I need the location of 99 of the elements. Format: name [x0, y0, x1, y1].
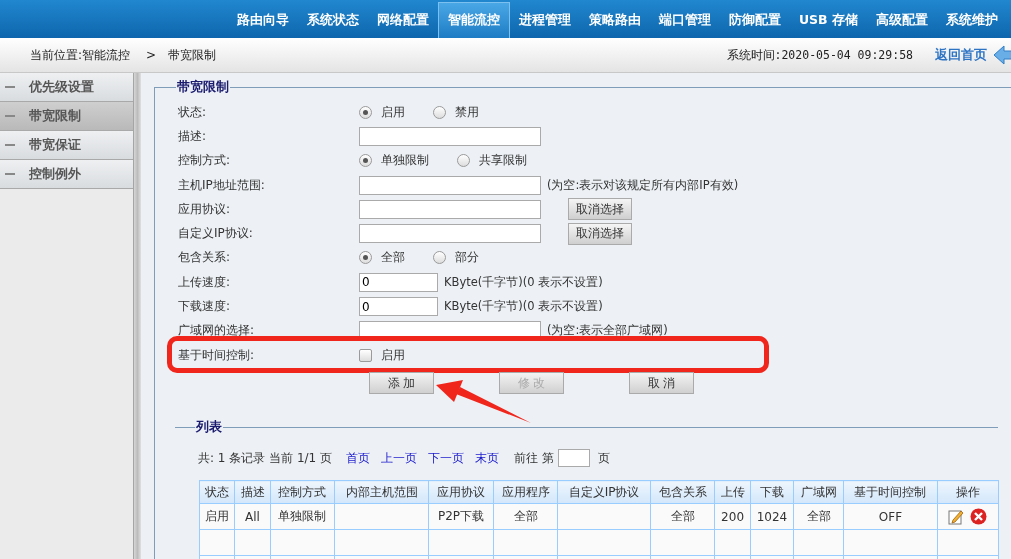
radio-label: 单独限制: [381, 152, 429, 170]
clear-selection-button[interactable]: 取消选择: [568, 198, 632, 221]
checkbox-label: 启用: [381, 346, 405, 364]
table-cell: All: [234, 503, 271, 530]
pager-link[interactable]: 首页: [346, 449, 371, 467]
form-button[interactable]: 取 消: [629, 372, 694, 395]
column-header: 广域网: [793, 480, 844, 504]
radio-button[interactable]: [457, 154, 470, 168]
field-hint: KByte(千字节)(0 表示不设置): [444, 274, 603, 290]
edit-icon: [948, 508, 965, 525]
radio-button[interactable]: [433, 105, 446, 119]
delete-icon: [970, 508, 988, 526]
dash-icon: [5, 86, 15, 88]
back-arrow-icon: [993, 44, 1011, 66]
form-button[interactable]: 添 加: [369, 372, 434, 395]
column-header: 内部主机范围: [334, 480, 429, 504]
field-hint: (为空:表示全部广域网): [547, 323, 668, 339]
nav-tab[interactable]: USB 存储: [789, 2, 867, 38]
field-label: 基于时间控制:: [178, 346, 256, 364]
nav-tab[interactable]: 策略路由: [579, 2, 650, 38]
pager-link[interactable]: 上一页: [381, 449, 418, 467]
table-cell: OFF: [843, 503, 938, 530]
field-label: 上传速度:: [178, 273, 232, 291]
table-cell: P2P下载: [428, 503, 494, 530]
table-cell: 启用: [199, 503, 235, 530]
field-label: 主机IP地址范围:: [178, 176, 266, 194]
table-cell: 单独限制: [270, 503, 335, 530]
table-cell: 全部: [793, 503, 844, 530]
nav-tab[interactable]: 进程管理: [509, 2, 580, 38]
sidebar-item[interactable]: 带宽限制: [0, 102, 133, 131]
page-unit: 页: [597, 449, 610, 467]
sidebar-item[interactable]: 带宽保证: [0, 131, 133, 160]
page-field[interactable]: [557, 449, 590, 468]
dash-icon: [5, 173, 15, 175]
radio-button[interactable]: [359, 251, 372, 265]
system-time: 系统时间:2020-05-04 09:29:58: [726, 47, 913, 63]
text-field[interactable]: [359, 224, 541, 244]
column-header: 包含关系: [650, 480, 715, 504]
field-label: 广域网的选择:: [178, 322, 256, 340]
column-header: 自定义IP协议: [557, 480, 651, 504]
goto-label: 前往 第: [514, 449, 554, 467]
dash-icon: [5, 115, 15, 117]
table-cell: 全部: [493, 503, 558, 530]
clear-selection-button[interactable]: 取消选择: [568, 222, 632, 245]
sidebar-item[interactable]: 优先级设置: [0, 73, 133, 102]
radio-label: 全部: [381, 249, 405, 267]
column-header: 应用协议: [428, 480, 494, 504]
nav-tab[interactable]: 网络配置: [367, 2, 438, 38]
nav-tab[interactable]: 系统维护: [937, 2, 1007, 38]
nav-tab[interactable]: 高级配置: [867, 2, 937, 38]
radio-button[interactable]: [359, 105, 372, 119]
radio-button[interactable]: [433, 251, 446, 265]
nav-tab[interactable]: 路由向导: [227, 2, 298, 38]
nav-tab[interactable]: 端口管理: [649, 2, 720, 38]
pager-link[interactable]: 末页: [475, 449, 500, 467]
radio-label: 共享限制: [479, 152, 527, 170]
field-label: 下载速度:: [178, 298, 232, 315]
text-field[interactable]: [359, 199, 541, 219]
text-field[interactable]: [359, 175, 541, 195]
column-header: 操作: [937, 480, 999, 504]
breadcrumb-separator: >: [146, 48, 157, 62]
field-label: 描述:: [178, 127, 208, 145]
column-header: 控制方式: [270, 480, 335, 504]
sidebar-item[interactable]: 控制例外: [0, 160, 133, 189]
field-label: 包含关系:: [178, 249, 232, 267]
radio-label: 部分: [455, 249, 479, 267]
home-link[interactable]: 返回首页: [935, 46, 987, 64]
text-field[interactable]: [359, 126, 541, 146]
panel-title: 带宽限制: [176, 79, 230, 96]
column-header: 描述: [234, 480, 271, 504]
field-label: 控制方式:: [178, 152, 232, 170]
dash-icon: [5, 144, 15, 146]
nav-tab[interactable]: 系统状态: [297, 2, 368, 38]
pager-link[interactable]: 下一页: [428, 449, 465, 467]
field-label: 应用协议:: [178, 200, 232, 218]
column-header: 状态: [199, 480, 235, 504]
column-header: 应用程序: [493, 480, 558, 504]
field-hint: (为空:表示对该规定所有内部IP有效): [547, 177, 739, 193]
table-cell: 1024: [750, 503, 794, 530]
column-header: 下载: [750, 480, 794, 504]
pager-summary: 共: 1 条记录 当前 1/1 页: [198, 449, 333, 467]
breadcrumb-location: 当前位置:智能流控: [30, 46, 131, 64]
radio-button[interactable]: [359, 154, 372, 168]
checkbox[interactable]: [359, 348, 372, 362]
nav-tab[interactable]: 防御配置: [719, 2, 790, 38]
breadcrumb-current: 带宽限制: [168, 46, 217, 64]
radio-label: 禁用: [455, 103, 479, 121]
column-header: 上传: [714, 480, 751, 504]
table-cell: 全部: [650, 503, 715, 530]
text-field[interactable]: 0: [359, 272, 438, 292]
radio-label: 启用: [381, 103, 405, 121]
column-header: 基于时间控制: [843, 480, 938, 504]
field-hint: KByte(千字节)(0 表示不设置): [444, 299, 603, 314]
text-field[interactable]: 0: [359, 297, 438, 316]
field-label: 状态:: [178, 103, 208, 121]
nav-tab[interactable]: 智能流控: [437, 2, 510, 38]
table-cell: 200: [714, 503, 751, 530]
field-label: 自定义IP协议:: [178, 225, 254, 243]
scrollbar[interactable]: [134, 73, 141, 559]
